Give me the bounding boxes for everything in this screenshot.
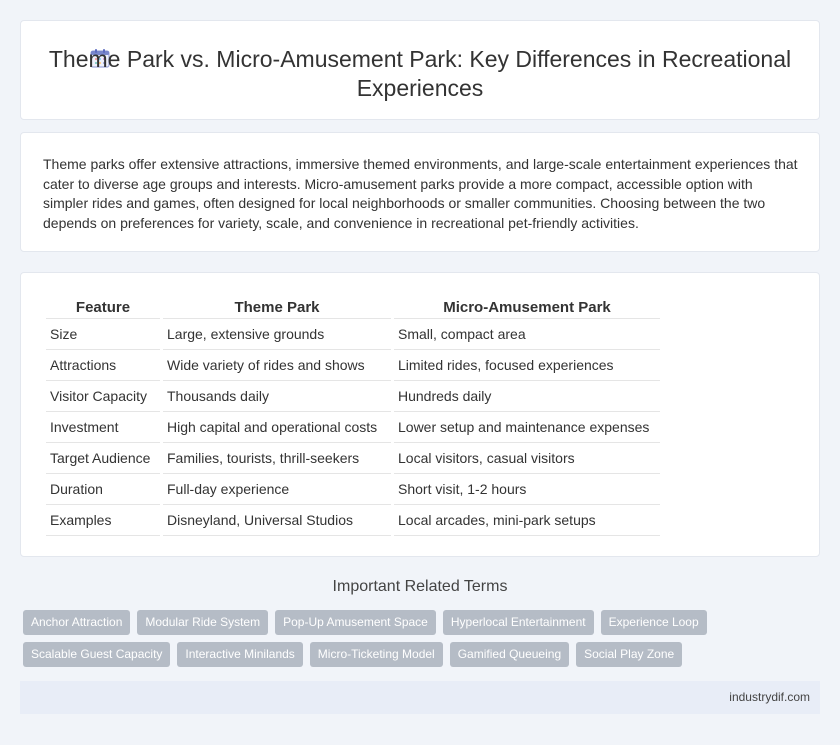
intro-paragraph: Theme parks offer extensive attractions,… — [43, 156, 798, 231]
related-terms-row: Anchor Attraction Modular Ride System Po… — [23, 610, 823, 635]
tag-scalable-guest-capacity[interactable]: Scalable Guest Capacity — [23, 642, 171, 667]
cell-micro-park: Local arcades, mini-park setups — [394, 505, 660, 536]
cell-feature: Size — [46, 319, 160, 350]
table-row: Examples Disneyland, Universal Studios L… — [46, 505, 660, 536]
tag-experience-loop[interactable]: Experience Loop — [600, 610, 707, 635]
cell-feature: Visitor Capacity — [46, 381, 160, 412]
header-theme-park: Theme Park — [163, 297, 391, 319]
tag-micro-ticketing-model[interactable]: Micro-Ticketing Model — [309, 642, 443, 667]
table-row: Duration Full-day experience Short visit… — [46, 474, 660, 505]
cell-feature: Examples — [46, 505, 160, 536]
comparison-table: Feature Theme Park Micro-Amusement Park … — [43, 297, 663, 536]
header-feature: Feature — [46, 297, 160, 319]
cell-feature: Duration — [46, 474, 160, 505]
cell-feature: Investment — [46, 412, 160, 443]
cell-micro-park: Small, compact area — [394, 319, 660, 350]
cell-micro-park: Limited rides, focused experiences — [394, 350, 660, 381]
cell-theme-park: Wide variety of rides and shows — [163, 350, 391, 381]
cell-micro-park: Local visitors, casual visitors — [394, 443, 660, 474]
comparison-card: Feature Theme Park Micro-Amusement Park … — [20, 272, 820, 557]
cell-feature: Target Audience — [46, 443, 160, 474]
cell-theme-park: Families, tourists, thrill-seekers — [163, 443, 391, 474]
related-terms-row: Scalable Guest Capacity Interactive Mini… — [23, 642, 823, 667]
intro-card: Theme parks offer extensive attractions,… — [20, 132, 820, 252]
cell-micro-park: Hundreds daily — [394, 381, 660, 412]
cell-theme-park: Thousands daily — [163, 381, 391, 412]
table-header-row: Feature Theme Park Micro-Amusement Park — [46, 297, 660, 319]
tag-pop-up-amusement-space[interactable]: Pop-Up Amusement Space — [275, 610, 436, 635]
cell-feature: Attractions — [46, 350, 160, 381]
table-row: Investment High capital and operational … — [46, 412, 660, 443]
table-row: Target Audience Families, tourists, thri… — [46, 443, 660, 474]
footer-site-link[interactable]: industrydif.com — [729, 690, 810, 704]
header-micro-amusement-park: Micro-Amusement Park — [394, 297, 660, 319]
table-row: Size Large, extensive grounds Small, com… — [46, 319, 660, 350]
tag-anchor-attraction[interactable]: Anchor Attraction — [23, 610, 131, 635]
table-row: Attractions Wide variety of rides and sh… — [46, 350, 660, 381]
related-terms-heading: Important Related Terms — [332, 578, 508, 595]
title-card: Theme Park vs. Micro-Amusement Park: Key… — [20, 20, 820, 120]
cell-theme-park: Full-day experience — [163, 474, 391, 505]
page-title: Theme Park vs. Micro-Amusement Park: Key… — [48, 46, 792, 101]
tag-hyperlocal-entertainment[interactable]: Hyperlocal Entertainment — [442, 610, 594, 635]
cell-theme-park: Disneyland, Universal Studios — [163, 505, 391, 536]
cell-theme-park: Large, extensive grounds — [163, 319, 391, 350]
tag-modular-ride-system[interactable]: Modular Ride System — [137, 610, 269, 635]
cell-theme-park: High capital and operational costs — [163, 412, 391, 443]
tag-social-play-zone[interactable]: Social Play Zone — [576, 642, 683, 667]
tag-interactive-minilands[interactable]: Interactive Minilands — [177, 642, 303, 667]
cell-micro-park: Short visit, 1-2 hours — [394, 474, 660, 505]
footer: industrydif.com — [20, 681, 820, 714]
cell-micro-park: Lower setup and maintenance expenses — [394, 412, 660, 443]
table-row: Visitor Capacity Thousands daily Hundred… — [46, 381, 660, 412]
tag-gamified-queueing[interactable]: Gamified Queueing — [449, 642, 570, 667]
